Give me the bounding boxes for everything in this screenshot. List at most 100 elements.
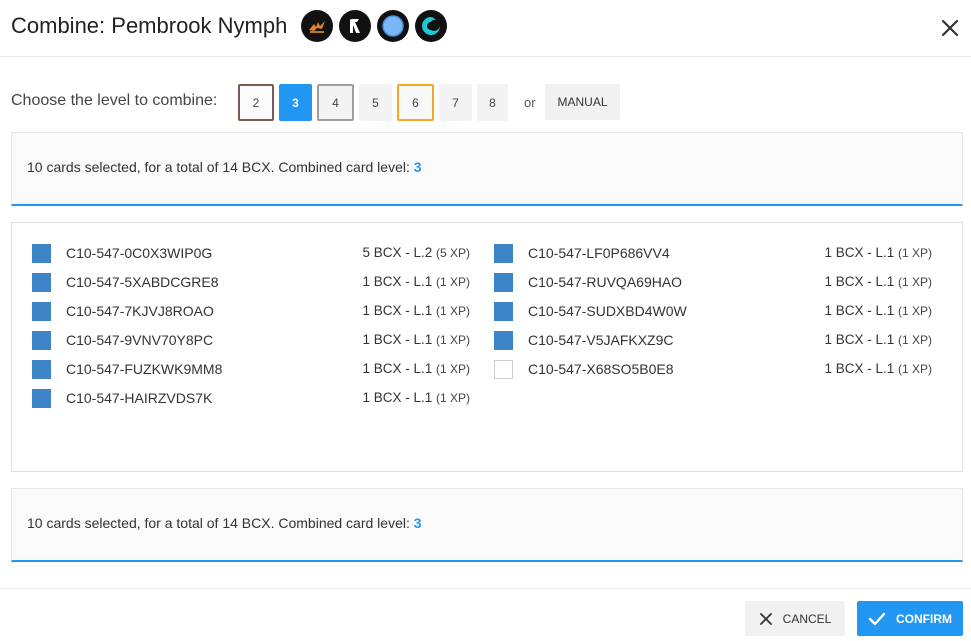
- close-button[interactable]: [936, 14, 964, 42]
- element-icons: [301, 10, 447, 42]
- summary-top: 10 cards selected, for a total of 14 BCX…: [11, 132, 963, 206]
- card-bcx: 1 BCX - L.1: [362, 390, 433, 405]
- arrow-up-icon: [339, 10, 371, 42]
- summary-text: 10 cards selected, for a total of 14 BCX…: [27, 159, 422, 175]
- card-id: C10-547-HAIRZVDS7K: [66, 390, 213, 406]
- close-icon: [759, 612, 772, 625]
- card-value: 1 BCX - L.1 (1 XP): [824, 303, 932, 318]
- summary-message: 10 cards selected, for a total of 14 BCX…: [27, 515, 410, 531]
- card-checkbox[interactable]: [32, 273, 51, 292]
- card-xp: (1 XP): [897, 362, 932, 376]
- check-icon: [868, 612, 886, 625]
- card-row[interactable]: C10-547-HAIRZVDS7K 1 BCX - L.1 (1 XP): [32, 387, 478, 411]
- card-row[interactable]: C10-547-5XABDCGRE8 1 BCX - L.1 (1 XP): [32, 271, 478, 295]
- card-value: 1 BCX - L.1 (1 XP): [824, 361, 932, 376]
- level-6-button[interactable]: 6: [397, 84, 434, 121]
- or-label: or: [524, 95, 536, 110]
- card-bcx: 1 BCX - L.1: [362, 274, 433, 289]
- combined-level: 3: [413, 515, 422, 531]
- life-swirl-icon: [415, 10, 447, 42]
- card-checkbox[interactable]: [494, 360, 513, 379]
- summary-text: 10 cards selected, for a total of 14 BCX…: [27, 515, 422, 531]
- card-row[interactable]: C10-547-RUVQA69HAO 1 BCX - L.1 (1 XP): [494, 271, 940, 295]
- card-list: C10-547-0C0X3WIP0G 5 BCX - L.2 (5 XP) C10-…: [11, 222, 963, 472]
- card-row[interactable]: C10-547-9VNV70Y8PC 1 BCX - L.1 (1 XP): [32, 329, 478, 353]
- card-row[interactable]: C10-547-X68SO5B0E8 1 BCX - L.1 (1 XP): [494, 358, 940, 382]
- dialog-header: Combine: Pembrook Nymph: [0, 0, 971, 57]
- card-bcx: 1 BCX - L.1: [824, 303, 895, 318]
- confirm-label: CONFIRM: [896, 611, 952, 626]
- card-row[interactable]: C10-547-SUDXBD4W0W 1 BCX - L.1 (1 XP): [494, 300, 940, 324]
- combined-level: 3: [413, 159, 422, 175]
- card-bcx: 1 BCX - L.1: [824, 274, 895, 289]
- card-id: C10-547-7KJVJ8ROAO: [66, 303, 214, 319]
- dialog-footer: CANCEL CONFIRM: [0, 588, 971, 641]
- card-xp: (1 XP): [435, 391, 470, 405]
- card-checkbox[interactable]: [32, 331, 51, 350]
- card-checkbox[interactable]: [494, 331, 513, 350]
- level-5-button[interactable]: 5: [359, 84, 392, 121]
- card-value: 5 BCX - L.2 (5 XP): [362, 245, 470, 260]
- level-label: Choose the level to combine:: [11, 92, 218, 109]
- card-checkbox[interactable]: [32, 302, 51, 321]
- card-bcx: 1 BCX - L.1: [362, 332, 433, 347]
- card-row[interactable]: C10-547-7KJVJ8ROAO 1 BCX - L.1 (1 XP): [32, 300, 478, 324]
- cancel-label: CANCEL: [782, 611, 832, 626]
- level-selector: Choose the level to combine: 2 3 4 5 6 7…: [11, 84, 951, 122]
- card-row[interactable]: C10-547-0C0X3WIP0G 5 BCX - L.2 (5 XP): [32, 242, 478, 266]
- card-value: 1 BCX - L.1 (1 XP): [824, 332, 932, 347]
- cancel-button[interactable]: CANCEL: [745, 601, 845, 636]
- confirm-button[interactable]: CONFIRM: [857, 601, 963, 636]
- card-checkbox[interactable]: [494, 302, 513, 321]
- card-id: C10-547-0C0X3WIP0G: [66, 245, 213, 261]
- water-circle-icon: [377, 10, 409, 42]
- card-xp: (5 XP): [435, 246, 470, 260]
- level-3-button[interactable]: 3: [279, 84, 312, 121]
- card-xp: (1 XP): [435, 333, 470, 347]
- card-id: C10-547-X68SO5B0E8: [528, 361, 674, 377]
- level-2-button[interactable]: 2: [238, 84, 274, 121]
- card-row[interactable]: C10-547-LF0P686VV4 1 BCX - L.1 (1 XP): [494, 242, 940, 266]
- summary-message: 10 cards selected, for a total of 14 BCX…: [27, 159, 410, 175]
- card-xp: (1 XP): [897, 275, 932, 289]
- card-id: C10-547-V5JAFKXZ9C: [528, 332, 674, 348]
- card-bcx: 1 BCX - L.1: [824, 361, 895, 376]
- card-xp: (1 XP): [435, 275, 470, 289]
- card-xp: (1 XP): [435, 304, 470, 318]
- card-checkbox[interactable]: [494, 273, 513, 292]
- card-checkbox[interactable]: [32, 389, 51, 408]
- card-id: C10-547-5XABDCGRE8: [66, 274, 219, 290]
- fire-splinter-icon: [301, 10, 333, 42]
- card-xp: (1 XP): [897, 333, 932, 347]
- card-value: 1 BCX - L.1 (1 XP): [362, 274, 470, 289]
- card-bcx: 1 BCX - L.1: [362, 303, 433, 318]
- card-id: C10-547-9VNV70Y8PC: [66, 332, 214, 348]
- card-value: 1 BCX - L.1 (1 XP): [362, 303, 470, 318]
- close-icon: [941, 19, 959, 37]
- manual-button[interactable]: MANUAL: [545, 84, 620, 120]
- card-value: 1 BCX - L.1 (1 XP): [362, 361, 470, 376]
- card-bcx: 1 BCX - L.1: [824, 332, 895, 347]
- dialog-title: Combine: Pembrook Nymph: [11, 13, 288, 38]
- card-id: C10-547-FUZKWK9MM8: [66, 361, 223, 377]
- level-8-button[interactable]: 8: [477, 84, 508, 121]
- level-7-button[interactable]: 7: [439, 84, 472, 121]
- card-checkbox[interactable]: [32, 244, 51, 263]
- card-value: 1 BCX - L.1 (1 XP): [824, 245, 932, 260]
- card-xp: (1 XP): [897, 246, 932, 260]
- card-row[interactable]: C10-547-FUZKWK9MM8 1 BCX - L.1 (1 XP): [32, 358, 478, 382]
- card-value: 1 BCX - L.1 (1 XP): [824, 274, 932, 289]
- level-4-button[interactable]: 4: [317, 84, 354, 121]
- card-xp: (1 XP): [897, 304, 932, 318]
- card-value: 1 BCX - L.1 (1 XP): [362, 390, 470, 405]
- card-id: C10-547-LF0P686VV4: [528, 245, 670, 261]
- card-value: 1 BCX - L.1 (1 XP): [362, 332, 470, 347]
- card-id: C10-547-SUDXBD4W0W: [528, 303, 687, 319]
- card-checkbox[interactable]: [494, 244, 513, 263]
- card-bcx: 1 BCX - L.1: [824, 245, 895, 260]
- card-checkbox[interactable]: [32, 360, 51, 379]
- card-bcx: 5 BCX - L.2: [362, 245, 433, 260]
- summary-bottom: 10 cards selected, for a total of 14 BCX…: [11, 488, 963, 562]
- card-row[interactable]: C10-547-V5JAFKXZ9C 1 BCX - L.1 (1 XP): [494, 329, 940, 353]
- card-id: C10-547-RUVQA69HAO: [528, 274, 683, 290]
